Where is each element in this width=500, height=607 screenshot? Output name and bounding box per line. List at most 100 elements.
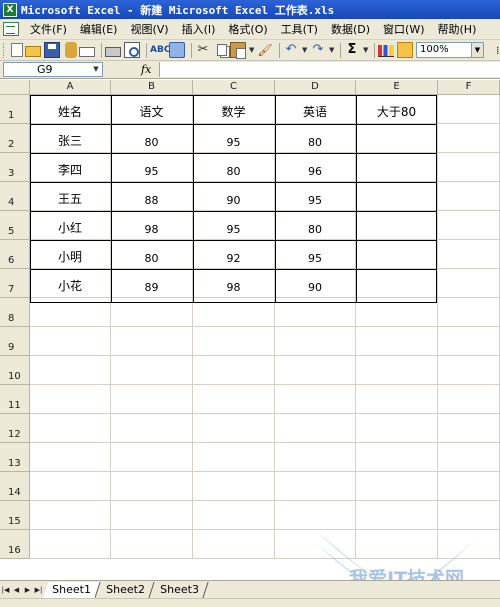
cell-f2[interactable] bbox=[438, 124, 500, 153]
menu-file[interactable]: 文件(F) bbox=[25, 21, 72, 37]
name-box-dropdown-icon[interactable]: ▼ bbox=[90, 63, 102, 76]
cell-f8[interactable] bbox=[438, 298, 500, 327]
drawing-icon[interactable] bbox=[397, 42, 413, 58]
column-header-e[interactable]: E bbox=[356, 80, 438, 95]
document-icon[interactable] bbox=[3, 22, 19, 36]
cell-d6[interactable]: 95 bbox=[275, 240, 356, 269]
spelling-icon[interactable]: ABC bbox=[150, 42, 170, 58]
menu-data[interactable]: 数据(D) bbox=[326, 21, 375, 37]
cell-a9[interactable] bbox=[30, 327, 111, 356]
zoom-select[interactable]: 100% bbox=[416, 42, 472, 58]
cell-d16[interactable] bbox=[275, 530, 356, 559]
cell-f5[interactable] bbox=[438, 211, 500, 240]
cell-a2[interactable]: 张三 bbox=[30, 124, 111, 153]
cell-b6[interactable]: 80 bbox=[111, 240, 193, 269]
cell-c1[interactable]: 数学 bbox=[193, 95, 275, 124]
cell-e2[interactable] bbox=[356, 124, 438, 153]
cell-d9[interactable] bbox=[275, 327, 356, 356]
cell-d3[interactable]: 96 bbox=[275, 153, 356, 182]
redo-icon[interactable]: ↷ bbox=[310, 42, 326, 58]
cell-e1[interactable]: 大于80 bbox=[356, 95, 438, 124]
cell-e14[interactable] bbox=[356, 472, 438, 501]
cell-f15[interactable] bbox=[438, 501, 500, 530]
cell-f16[interactable] bbox=[438, 530, 500, 559]
toolbar-grip[interactable] bbox=[3, 42, 6, 58]
cell-f13[interactable] bbox=[438, 443, 500, 472]
cell-e15[interactable] bbox=[356, 501, 438, 530]
cell-b1[interactable]: 语文 bbox=[111, 95, 193, 124]
cell-d11[interactable] bbox=[275, 385, 356, 414]
cell-b15[interactable] bbox=[111, 501, 193, 530]
cell-a3[interactable]: 李四 bbox=[30, 153, 111, 182]
cell-e8[interactable] bbox=[356, 298, 438, 327]
cell-b5[interactable]: 98 bbox=[111, 211, 193, 240]
cell-b12[interactable] bbox=[111, 414, 193, 443]
cell-e10[interactable] bbox=[356, 356, 438, 385]
cell-e16[interactable] bbox=[356, 530, 438, 559]
cell-c8[interactable] bbox=[193, 298, 275, 327]
cell-b14[interactable] bbox=[111, 472, 193, 501]
undo-dropdown-icon[interactable]: ▼ bbox=[302, 42, 308, 58]
cell-f11[interactable] bbox=[438, 385, 500, 414]
open-icon[interactable] bbox=[25, 46, 41, 57]
cell-d7[interactable]: 90 bbox=[275, 269, 356, 298]
cell-a13[interactable] bbox=[30, 443, 111, 472]
cell-c7[interactable]: 98 bbox=[193, 269, 275, 298]
copy-icon[interactable] bbox=[217, 44, 227, 56]
cell-d2[interactable]: 80 bbox=[275, 124, 356, 153]
cell-a10[interactable] bbox=[30, 356, 111, 385]
cell-c5[interactable]: 95 bbox=[193, 211, 275, 240]
autosum-dropdown-icon[interactable]: ▼ bbox=[363, 42, 369, 58]
cell-e6[interactable] bbox=[356, 240, 438, 269]
cut-icon[interactable]: ✂ bbox=[195, 42, 211, 58]
cell-d5[interactable]: 80 bbox=[275, 211, 356, 240]
cell-e5[interactable] bbox=[356, 211, 438, 240]
cell-a6[interactable]: 小明 bbox=[30, 240, 111, 269]
cell-f12[interactable] bbox=[438, 414, 500, 443]
cell-b2[interactable]: 80 bbox=[111, 124, 193, 153]
cell-c12[interactable] bbox=[193, 414, 275, 443]
formula-input[interactable] bbox=[159, 62, 500, 77]
column-header-a[interactable]: A bbox=[30, 80, 111, 95]
row-header-9[interactable]: 9 bbox=[0, 327, 30, 356]
row-header-13[interactable]: 13 bbox=[0, 443, 30, 472]
cell-e11[interactable] bbox=[356, 385, 438, 414]
cell-a15[interactable] bbox=[30, 501, 111, 530]
menu-tools[interactable]: 工具(T) bbox=[276, 21, 323, 37]
cell-d4[interactable]: 95 bbox=[275, 182, 356, 211]
cell-a8[interactable] bbox=[30, 298, 111, 327]
cell-b11[interactable] bbox=[111, 385, 193, 414]
row-header-7[interactable]: 7 bbox=[0, 269, 30, 298]
cell-a4[interactable]: 王五 bbox=[30, 182, 111, 211]
new-icon[interactable] bbox=[11, 43, 23, 57]
cell-d1[interactable]: 英语 bbox=[275, 95, 356, 124]
format-painter-icon[interactable]: 🖌 bbox=[257, 42, 273, 58]
row-header-15[interactable]: 15 bbox=[0, 501, 30, 530]
column-header-f[interactable]: F bbox=[438, 80, 500, 95]
cell-c11[interactable] bbox=[193, 385, 275, 414]
cell-d8[interactable] bbox=[275, 298, 356, 327]
cell-e7[interactable] bbox=[356, 269, 438, 298]
cell-e9[interactable] bbox=[356, 327, 438, 356]
prev-sheet-icon[interactable]: ◀ bbox=[11, 583, 22, 597]
cell-b4[interactable]: 88 bbox=[111, 182, 193, 211]
cell-c3[interactable]: 80 bbox=[193, 153, 275, 182]
zoom-dropdown-icon[interactable]: ▼ bbox=[472, 42, 484, 58]
autosum-icon[interactable]: Σ bbox=[344, 42, 360, 58]
select-all-corner[interactable] bbox=[0, 80, 30, 95]
cell-c2[interactable]: 95 bbox=[193, 124, 275, 153]
cell-d13[interactable] bbox=[275, 443, 356, 472]
print-preview-icon[interactable] bbox=[124, 42, 140, 58]
permission-icon[interactable] bbox=[65, 42, 77, 58]
cell-c13[interactable] bbox=[193, 443, 275, 472]
menu-edit[interactable]: 编辑(E) bbox=[75, 21, 123, 37]
cell-d15[interactable] bbox=[275, 501, 356, 530]
cell-b8[interactable] bbox=[111, 298, 193, 327]
redo-dropdown-icon[interactable]: ▼ bbox=[329, 42, 335, 58]
cell-b3[interactable]: 95 bbox=[111, 153, 193, 182]
column-header-b[interactable]: B bbox=[111, 80, 193, 95]
insert-function-icon[interactable]: fx bbox=[141, 63, 151, 76]
cell-c15[interactable] bbox=[193, 501, 275, 530]
cell-a7[interactable]: 小花 bbox=[30, 269, 111, 298]
cell-a1[interactable]: 姓名 bbox=[30, 95, 111, 124]
